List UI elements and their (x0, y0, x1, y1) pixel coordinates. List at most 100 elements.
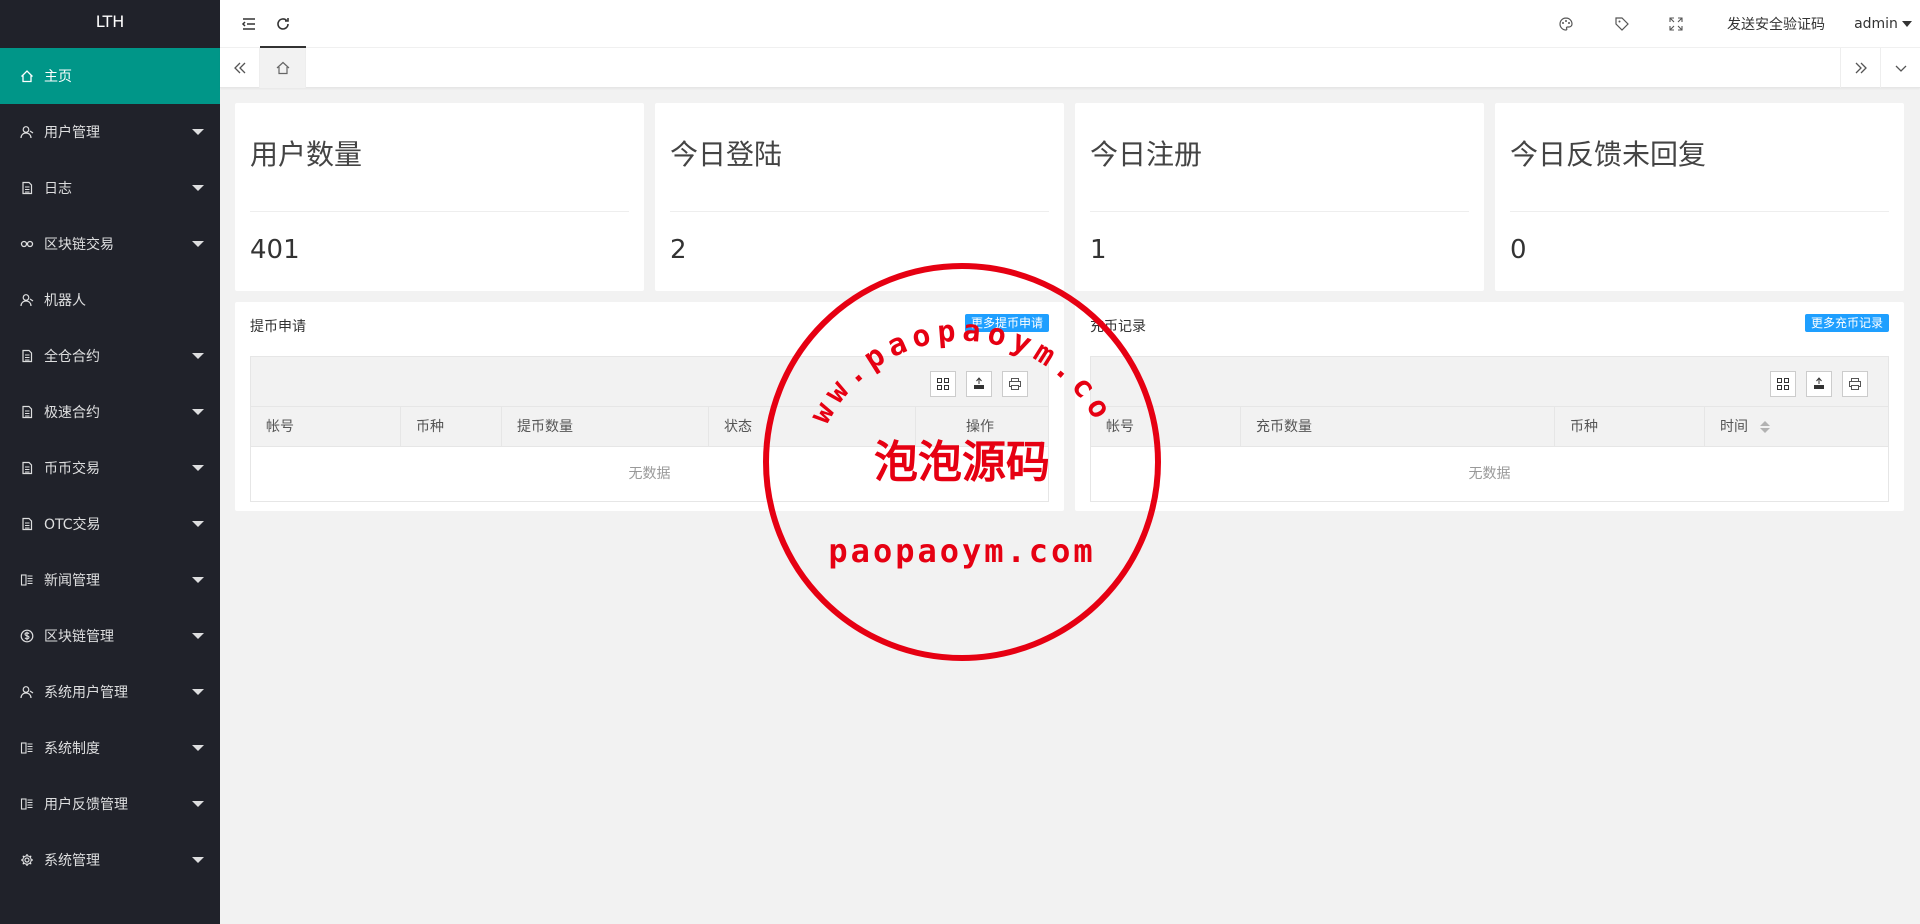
sidebar-menu: 主页用户管理日志 区块链交易机器人全仓合约 极速合约 币币交易 OTC交易新闻管理区块链… (0, 48, 220, 888)
document-icon (20, 461, 34, 475)
table-toolbar (1091, 357, 1888, 407)
sidebar-item-user-management[interactable]: 用户管理 (0, 104, 220, 160)
tabs-dropdown-button[interactable] (1880, 48, 1920, 88)
caret-down-icon (192, 465, 204, 471)
stat-title: 今日注册 (1090, 138, 1203, 171)
sidebar-item-label: 区块链管理 (44, 629, 114, 645)
top-header: 发送安全验证码 admin (220, 0, 1920, 48)
sidebar-item-blockchain-trade[interactable]: 区块链交易 (0, 216, 220, 272)
sidebar-item-otc-trade[interactable]: OTC交易 (0, 496, 220, 552)
document-icon (20, 405, 34, 419)
sidebar-item-system-management[interactable]: 系统管理 (0, 832, 220, 888)
column-header[interactable]: 帐号 (251, 407, 401, 447)
toggle-sidebar-button[interactable] (234, 0, 264, 48)
caret-down-icon (192, 129, 204, 135)
sidebar-item-fast-contract[interactable]: 极速合约 (0, 384, 220, 440)
more-deposit-button[interactable]: 更多充币记录 (1804, 314, 1889, 332)
caret-down-icon (192, 801, 204, 807)
tag-button[interactable] (1606, 0, 1638, 48)
tabs-scroll-left-button[interactable] (220, 48, 260, 88)
tag-icon (1615, 17, 1629, 31)
sidebar-item-label: 系统用户管理 (44, 685, 128, 701)
print-button[interactable] (1002, 371, 1028, 397)
document-icon (20, 181, 34, 195)
stat-card-feedback-unreplied: 今日反馈未回复 0 (1495, 103, 1904, 291)
sidebar-item-label: 新闻管理 (44, 573, 100, 589)
column-header[interactable]: 币种 (401, 407, 502, 447)
fullscreen-button[interactable] (1660, 0, 1692, 48)
divider (670, 211, 1049, 212)
tabs-scroll-right-button[interactable] (1840, 48, 1880, 88)
table-toolbar (251, 357, 1048, 407)
theme-button[interactable] (1550, 0, 1582, 48)
more-withdraw-button[interactable]: 更多提币申请 (964, 314, 1049, 332)
news-icon (20, 573, 34, 587)
panel-title: 充币记录 (1090, 319, 1146, 335)
main-content: 用户数量 401 今日登陆 2 今日注册 1 今日反馈未回复 0 提币申请 更多… (220, 88, 1920, 924)
caret-down-icon (192, 689, 204, 695)
sidebar-item-feedback-management[interactable]: 用户反馈管理 (0, 776, 220, 832)
sort-icon[interactable] (1760, 421, 1771, 433)
stat-value: 2 (670, 235, 687, 265)
column-header-label: 时间 (1720, 419, 1748, 435)
sidebar-item-system-rules[interactable]: 系统制度 (0, 720, 220, 776)
sidebar-item-label: OTC交易 (44, 517, 101, 533)
tab-home[interactable] (260, 48, 306, 88)
stat-title: 用户数量 (250, 138, 363, 171)
stat-title: 今日反馈未回复 (1510, 138, 1707, 171)
refresh-icon (277, 18, 289, 30)
sidebar-item-logs[interactable]: 日志 (0, 160, 220, 216)
caret-down-icon (192, 577, 204, 583)
stat-card-users: 用户数量 401 (235, 103, 644, 291)
app-logo[interactable]: LTH (0, 0, 220, 48)
columns-filter-button[interactable] (930, 371, 956, 397)
sidebar-item-full-contract[interactable]: 全仓合约 (0, 328, 220, 384)
news-icon (20, 797, 34, 811)
home-icon (276, 61, 289, 75)
sidebar-item-blockchain-management[interactable]: 区块链管理 (0, 608, 220, 664)
print-icon (1849, 378, 1861, 390)
export-button[interactable] (966, 371, 992, 397)
palette-icon (1559, 17, 1573, 31)
print-button[interactable] (1842, 371, 1868, 397)
columns-filter-button[interactable] (1770, 371, 1796, 397)
column-header[interactable]: 提币数量 (502, 407, 709, 447)
sidebar-item-robot[interactable]: 机器人 (0, 272, 220, 328)
column-header[interactable]: 操作 (916, 407, 1048, 447)
document-icon (20, 517, 34, 531)
divider (1510, 211, 1889, 212)
caret-down-icon (192, 409, 204, 415)
column-header[interactable]: 状态 (709, 407, 916, 447)
sidebar: LTH 主页用户管理日志 区块链交易机器人全仓合约 极速合约 币币交易 OTC交易新闻管… (0, 0, 220, 924)
sidebar-item-label: 主页 (44, 69, 72, 85)
empty-state: 无数据 (628, 466, 671, 482)
sidebar-item-system-user-management[interactable]: 系统用户管理 (0, 664, 220, 720)
column-header[interactable]: 帐号 (1091, 407, 1241, 447)
sidebar-item-label: 系统制度 (44, 741, 100, 757)
sidebar-item-home[interactable]: 主页 (0, 48, 220, 104)
column-header[interactable]: 充币数量 (1241, 407, 1555, 447)
sidebar-item-news-management[interactable]: 新闻管理 (0, 552, 220, 608)
stat-card-today-login: 今日登陆 2 (655, 103, 1064, 291)
caret-down-icon (192, 185, 204, 191)
double-chevron-right-icon (1855, 62, 1867, 74)
table-header: 帐号 充币数量 币种 时间 (1091, 407, 1888, 447)
column-header[interactable]: 币种 (1555, 407, 1705, 447)
stat-value: 401 (250, 235, 300, 265)
export-button[interactable] (1806, 371, 1832, 397)
user-menu[interactable]: admin (1852, 0, 1914, 48)
chevron-down-icon (1895, 65, 1906, 72)
sidebar-item-label: 用户管理 (44, 125, 100, 141)
refresh-button[interactable] (268, 0, 298, 48)
stat-value: 0 (1510, 235, 1527, 265)
table-header: 帐号 币种 提币数量 状态 操作 (251, 407, 1048, 447)
user-name: admin (1854, 16, 1898, 32)
deposit-panel: 充币记录 更多充币记录 帐号 充币数量 币种 时间 无数据 (1075, 302, 1904, 511)
caret-down-icon (192, 353, 204, 359)
column-header-time[interactable]: 时间 (1705, 407, 1888, 447)
send-security-code-button[interactable]: 发送安全验证码 (1720, 0, 1832, 48)
document-icon (20, 349, 34, 363)
sidebar-item-coin-trade[interactable]: 币币交易 (0, 440, 220, 496)
sidebar-item-label: 机器人 (44, 293, 86, 309)
home-icon (20, 69, 34, 83)
